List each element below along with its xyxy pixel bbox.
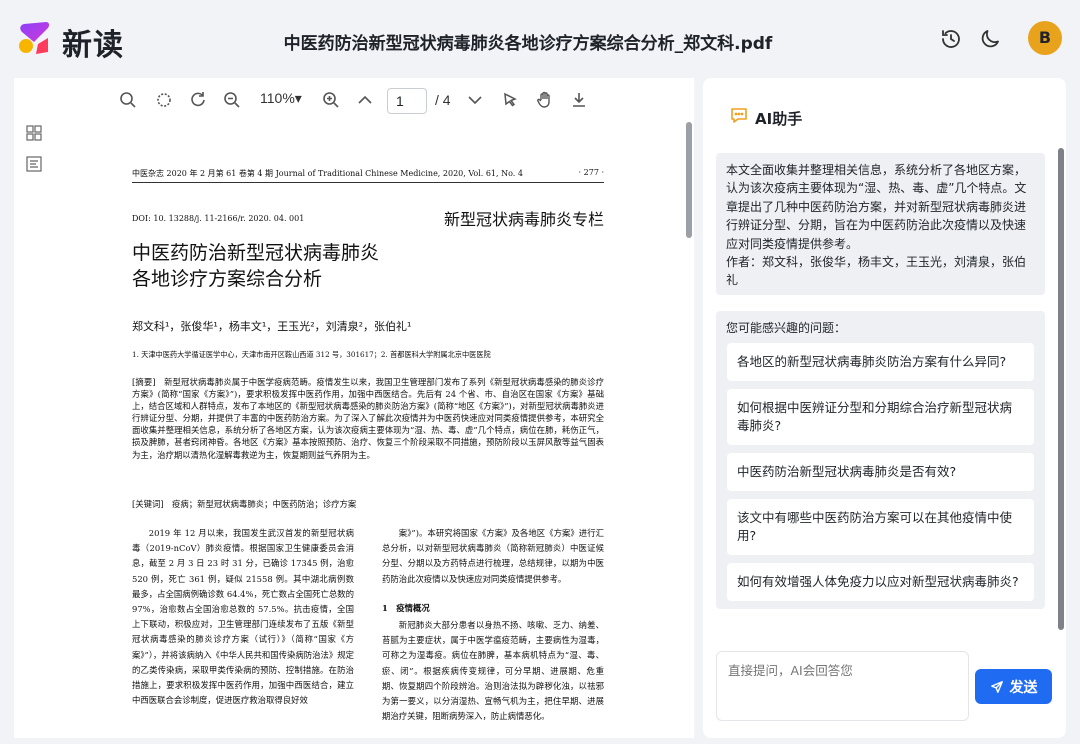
body-column-right-section: 新冠肺炎大部分患者以身热不扬、咳嗽、乏力、纳差、苔腻为主要症状，属于中医学瘟疫范… — [382, 620, 604, 722]
select-cursor-icon[interactable] — [500, 90, 520, 110]
question-item[interactable]: 中医药防治新型冠状病毒肺炎是否有效? — [727, 453, 1034, 491]
question-item[interactable]: 该文中有哪些中医药防治方案可以在其他疫情中使用? — [727, 499, 1034, 555]
ai-scrollbar[interactable] — [1058, 148, 1064, 630]
paper-title-line1: 中医药防治新型冠状病毒肺炎 — [132, 242, 380, 264]
section-heading: 1 疫情概况 — [382, 603, 430, 613]
paper-title-line2: 各地诊疗方案综合分析 — [132, 268, 323, 290]
ai-assistant-panel: AI助手 本文全面收集并整理相关信息，系统分析了各地区方案，认为该次疫病主要体现… — [703, 78, 1066, 738]
doi: DOI: 10. 13288/j. 11-2166/r. 2020. 04. 0… — [132, 214, 305, 223]
column-name: 新型冠状病毒肺炎专栏 — [443, 210, 604, 229]
paper-authors: 郑文科¹，张俊华¹，杨丰文¹，王玉光²，刘清泉²，张伯礼¹ — [132, 320, 412, 333]
journal-header: 中医杂志 2020 年 2 月第 61 卷第 4 期 Journal of Tr… — [132, 169, 523, 178]
page-total: / 4 — [435, 92, 451, 108]
download-icon[interactable] — [569, 90, 589, 110]
questions-label: 您可能感兴趣的问题： — [726, 321, 847, 335]
paper-abstract: [摘要] 新型冠状病毒肺炎属于中医学疫病范畴。疫情发生以来，我国卫生管理部门发布… — [132, 377, 604, 460]
thumbnails-icon[interactable] — [26, 125, 42, 141]
pdf-toolbar: 110%▾ 1 / 4 — [14, 78, 694, 122]
summary-text: 本文全面收集并整理相关信息，系统分析了各地区方案，认为该次疫病主要体现为“湿、热… — [726, 163, 1027, 251]
send-label: 发送 — [1009, 679, 1038, 696]
document-title: 中医药防治新型冠状病毒肺炎各地诊疗方案综合分析_郑文科.pdf — [283, 34, 773, 54]
summary-authors: 作者：郑文科，张俊华，杨丰文，王玉光，刘清泉，张伯礼 — [726, 255, 1027, 288]
zoom-in-icon[interactable] — [321, 90, 341, 110]
send-button[interactable]: 发送 — [975, 669, 1052, 704]
page-number: · 277 · — [578, 168, 604, 177]
user-avatar[interactable]: B — [1028, 21, 1062, 55]
chevron-up-icon[interactable] — [355, 90, 375, 110]
hand-tool-icon[interactable] — [535, 90, 555, 110]
app-header: 新读 中医药防治新型冠状病毒肺炎各地诊疗方案综合分析_郑文科.pdf B — [0, 0, 1080, 78]
outline-icon[interactable] — [26, 156, 42, 172]
rotate-right-icon[interactable] — [188, 90, 208, 110]
zoom-out-icon[interactable] — [222, 90, 242, 110]
suggested-questions: 您可能感兴趣的问题： 各地区的新型冠状病毒肺炎防治方案有什么异同? 如何根据中医… — [716, 311, 1045, 609]
ai-summary: 本文全面收集并整理相关信息，系统分析了各地区方案，认为该次疫病主要体现为“湿、热… — [716, 153, 1045, 295]
paper-keywords: [关键词] 疫病；新型冠状病毒肺炎；中医药防治；诊疗方案 — [132, 499, 357, 509]
question-item[interactable]: 如何有效增强人体免疫力以应对新型冠状病毒肺炎? — [727, 563, 1034, 601]
pdf-scrollbar[interactable] — [686, 122, 692, 238]
body-column-right: 案》”)。本研究将国家《方案》及各地区《方案》进行汇总分析，以对新型冠状病毒肺炎… — [382, 528, 604, 584]
header-rule — [132, 182, 604, 183]
history-icon[interactable] — [939, 27, 963, 51]
chat-input[interactable] — [716, 651, 969, 721]
pdf-viewer: 110%▾ 1 / 4 中医杂志 2020 年 2 月第 61 卷第 4 期 J… — [14, 78, 694, 738]
rotate-left-icon[interactable] — [154, 90, 174, 110]
paper-affiliation: 1. 天津中医药大学循证医学中心，天津市南开区鞍山西道 312 号，301617… — [132, 350, 491, 359]
search-icon[interactable] — [118, 90, 138, 110]
chevron-down-icon[interactable] — [465, 90, 485, 110]
page-number-input[interactable]: 1 — [387, 88, 427, 114]
dark-mode-icon[interactable] — [978, 27, 1002, 51]
zoom-level-select[interactable]: 110%▾ — [260, 90, 302, 107]
ai-chat-icon — [731, 108, 747, 123]
question-item[interactable]: 如何根据中医辨证分型和分期综合治疗新型冠状病毒肺炎? — [727, 389, 1034, 445]
send-icon — [990, 680, 1003, 693]
body-column-left: 2019 年 12 月以来，我国发生武汉首发的新型冠状病毒（2019-nCoV）… — [132, 528, 355, 706]
question-item[interactable]: 各地区的新型冠状病毒肺炎防治方案有什么异同? — [727, 343, 1034, 381]
paper-title: 中医药防治新型冠状病毒肺炎 各地诊疗方案综合分析 — [132, 240, 379, 292]
ai-panel-title: AI助手 — [755, 110, 803, 128]
